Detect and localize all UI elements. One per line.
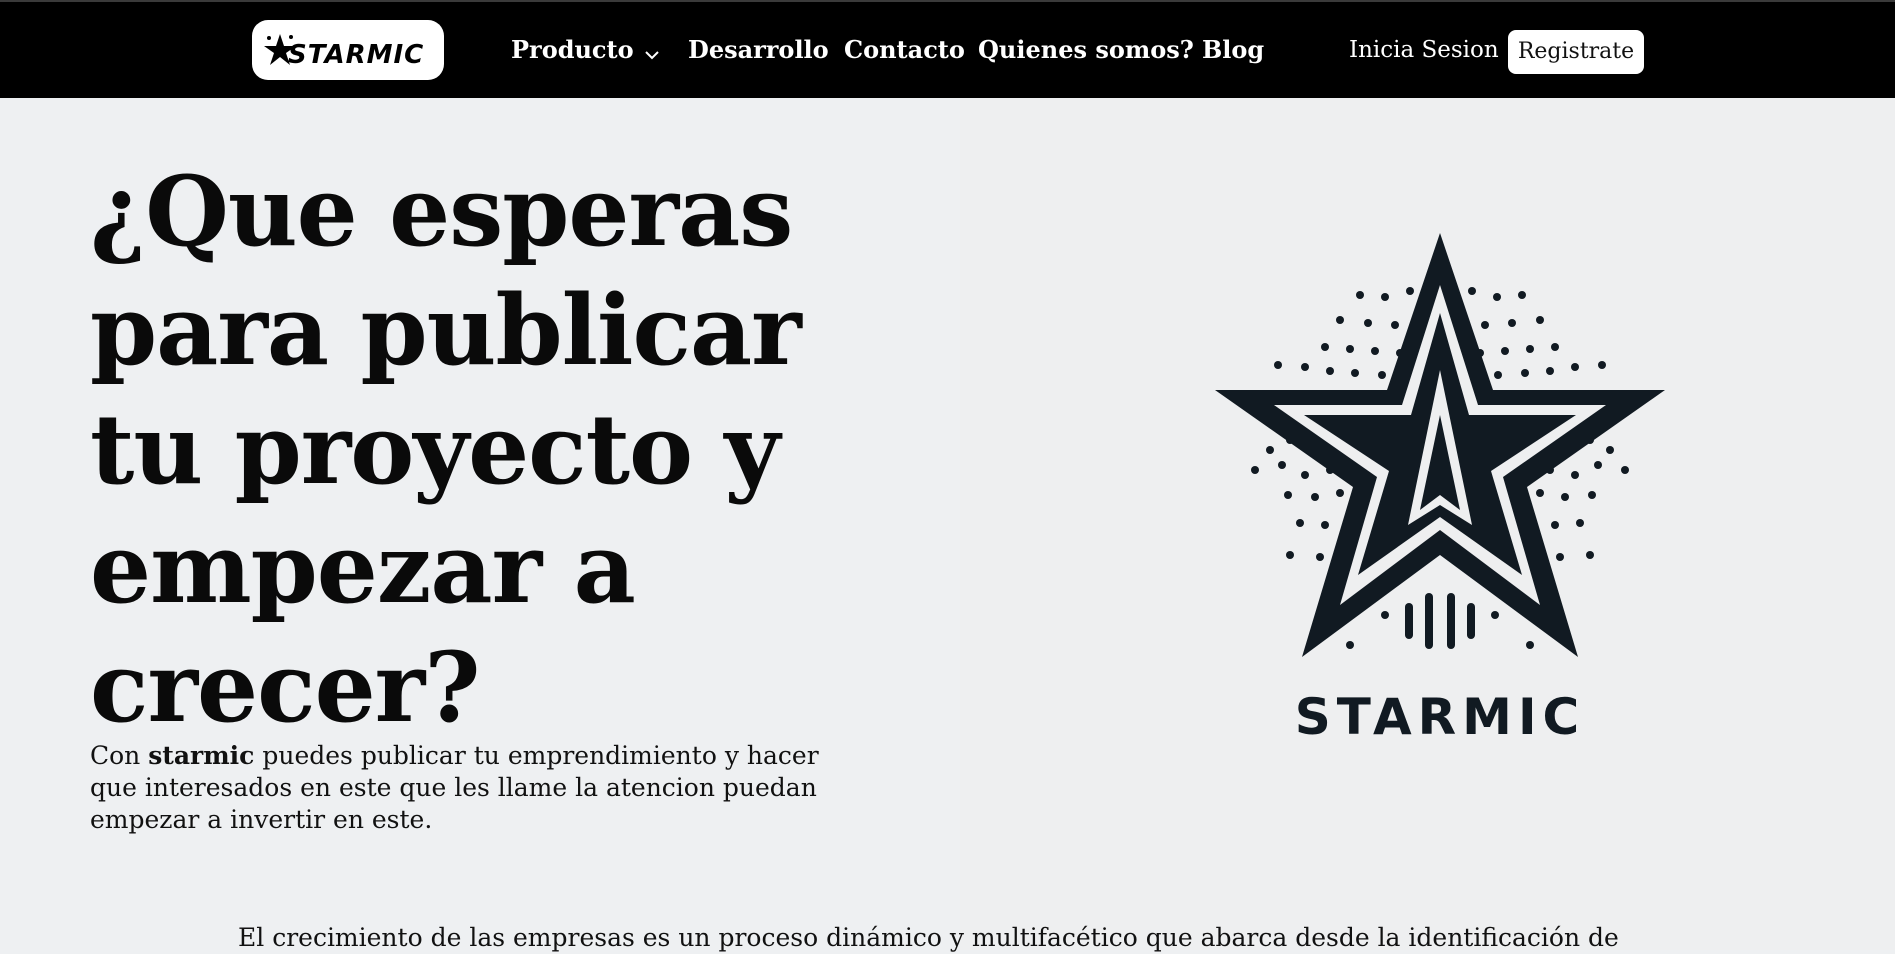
nav-producto-label: Producto xyxy=(511,35,634,64)
top-navbar: STARMIC Producto Desarrollo Contacto Qui… xyxy=(0,2,1895,98)
nav-quienes-somos[interactable]: Quienes somos? xyxy=(978,32,1194,68)
logo-text: STARMIC xyxy=(288,40,424,70)
nav-producto[interactable]: Producto xyxy=(511,32,660,68)
intro-paragraph: El crecimiento de las empresas es un pro… xyxy=(238,923,1619,952)
login-link[interactable]: Inicia Sesion xyxy=(1349,32,1499,68)
hero-description-prefix: Con xyxy=(90,741,149,770)
starmic-logo[interactable]: STARMIC xyxy=(252,20,444,80)
nav-desarrollo[interactable]: Desarrollo xyxy=(688,32,829,68)
hero-description-brand: starmic xyxy=(148,741,255,770)
nav-contacto[interactable]: Contacto xyxy=(844,32,965,68)
starmic-star-logo xyxy=(1215,233,1665,657)
register-button[interactable]: Registrate xyxy=(1508,30,1644,74)
nav-blog[interactable]: Blog xyxy=(1202,32,1264,68)
hero-title: ¿Que esperas para publicar tu proyecto y… xyxy=(90,155,802,744)
starmic-logo-icon: STARMIC xyxy=(264,34,424,70)
chevron-down-icon xyxy=(644,34,660,70)
starmic-wordmark: STARMIC xyxy=(1294,688,1586,746)
hero-description: Con starmic puedes publicar tu emprendim… xyxy=(90,740,850,836)
